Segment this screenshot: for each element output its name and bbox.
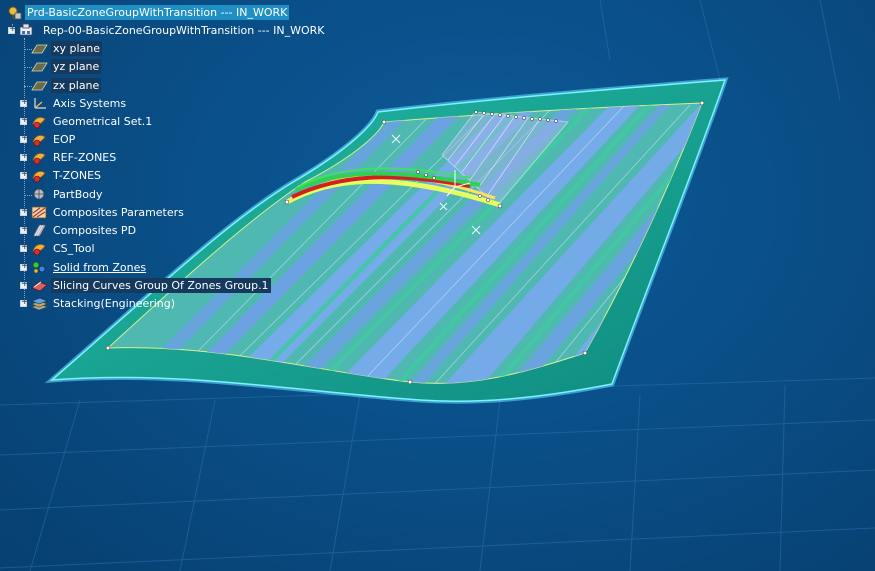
tree-item-label[interactable]: Composites Parameters	[51, 205, 186, 220]
tree-item-label[interactable]: Stacking(Engineering)	[51, 296, 177, 311]
expander-plus[interactable]	[20, 300, 28, 307]
expander-plus[interactable]	[20, 282, 28, 289]
tree-item-label[interactable]: Axis Systems	[51, 96, 128, 111]
slicing-curves-icon	[31, 278, 48, 293]
tree-root-label[interactable]: Prd-BasicZoneGroupWithTransition --- IN_…	[25, 5, 290, 20]
plane-icon	[31, 78, 48, 93]
expander-plus[interactable]	[20, 100, 28, 107]
tree-item-label[interactable]: PartBody	[51, 187, 104, 202]
tree-node-geometrical-set[interactable]: Geometrical Set.1	[0, 113, 260, 130]
tree-node-eop[interactable]: EOP	[0, 131, 260, 148]
expander-plus[interactable]	[20, 245, 28, 252]
geometrical-set-icon	[31, 168, 48, 183]
tree-node-partbody[interactable]: PartBody	[0, 186, 260, 203]
tree-item-label[interactable]: EOP	[51, 132, 77, 147]
partbody-icon	[31, 187, 48, 202]
tree-node-stacking[interactable]: Stacking(Engineering)	[0, 295, 260, 312]
solid-from-zones-icon	[31, 260, 48, 275]
tree-node-plane[interactable]: zx plane	[0, 77, 200, 94]
expander-plus[interactable]	[20, 209, 28, 216]
tree-item-label[interactable]: CS_Tool	[51, 241, 97, 256]
composites-parameters-icon	[31, 205, 48, 220]
geometrical-set-icon	[31, 132, 48, 147]
geometrical-set-icon	[31, 241, 48, 256]
tree-item-label[interactable]: REF-ZONES	[51, 150, 118, 165]
tree-node-root[interactable]: Prd-BasicZoneGroupWithTransition --- IN_…	[0, 4, 320, 21]
specification-tree: Prd-BasicZoneGroupWithTransition --- IN_…	[0, 0, 325, 320]
part-icon	[18, 23, 35, 38]
expander-plus[interactable]	[20, 154, 28, 161]
tree-item-label[interactable]: Solid from Zones	[51, 260, 148, 275]
stacking-icon	[31, 296, 48, 311]
tree-node-slicing-curves[interactable]: Slicing Curves Group Of Zones Group.1	[0, 277, 300, 294]
plane-icon	[31, 59, 48, 74]
tree-plane-label[interactable]: zx plane	[51, 78, 102, 93]
composites-pd-icon	[31, 223, 48, 238]
tree-node-composites-parameters[interactable]: Composites Parameters	[0, 204, 260, 221]
tree-node-axis-systems[interactable]: Axis Systems	[0, 95, 260, 112]
tree-node-cs-tool[interactable]: CS_Tool	[0, 240, 260, 257]
plane-icon	[31, 41, 48, 56]
tree-item-label[interactable]: Slicing Curves Group Of Zones Group.1	[51, 278, 271, 293]
tree-node-plane[interactable]: xy plane	[0, 40, 200, 57]
axis-icon	[31, 96, 48, 111]
expander-plus[interactable]	[20, 172, 28, 179]
expander-plus[interactable]	[20, 264, 28, 271]
tree-item-label[interactable]: Composites PD	[51, 223, 138, 238]
tree-item-label[interactable]: T-ZONES	[51, 168, 103, 183]
tree-node-solid-from-zones[interactable]: Solid from Zones	[0, 259, 260, 276]
tree-node-ref-zones[interactable]: REF-ZONES	[0, 149, 260, 166]
tree-item-label[interactable]: Geometrical Set.1	[51, 114, 154, 129]
geometrical-set-icon	[31, 114, 48, 129]
product-icon	[6, 5, 23, 20]
tree-plane-label[interactable]: xy plane	[51, 41, 103, 56]
tree-rep-label[interactable]: Rep-00-BasicZoneGroupWithTransition --- …	[41, 23, 327, 38]
geometrical-set-icon	[31, 150, 48, 165]
tree-node-t-zones[interactable]: T-ZONES	[0, 167, 260, 184]
expander-minus[interactable]	[8, 27, 16, 34]
tree-node-plane[interactable]: yz plane	[0, 58, 200, 75]
expander-plus[interactable]	[20, 118, 28, 125]
tree-plane-label[interactable]: yz plane	[51, 59, 102, 74]
tree-node-composites-pd[interactable]: Composites PD	[0, 222, 260, 239]
tree-node-rep[interactable]: Rep-00-BasicZoneGroupWithTransition --- …	[0, 22, 325, 39]
expander-plus[interactable]	[20, 136, 28, 143]
expander-plus[interactable]	[20, 227, 28, 234]
